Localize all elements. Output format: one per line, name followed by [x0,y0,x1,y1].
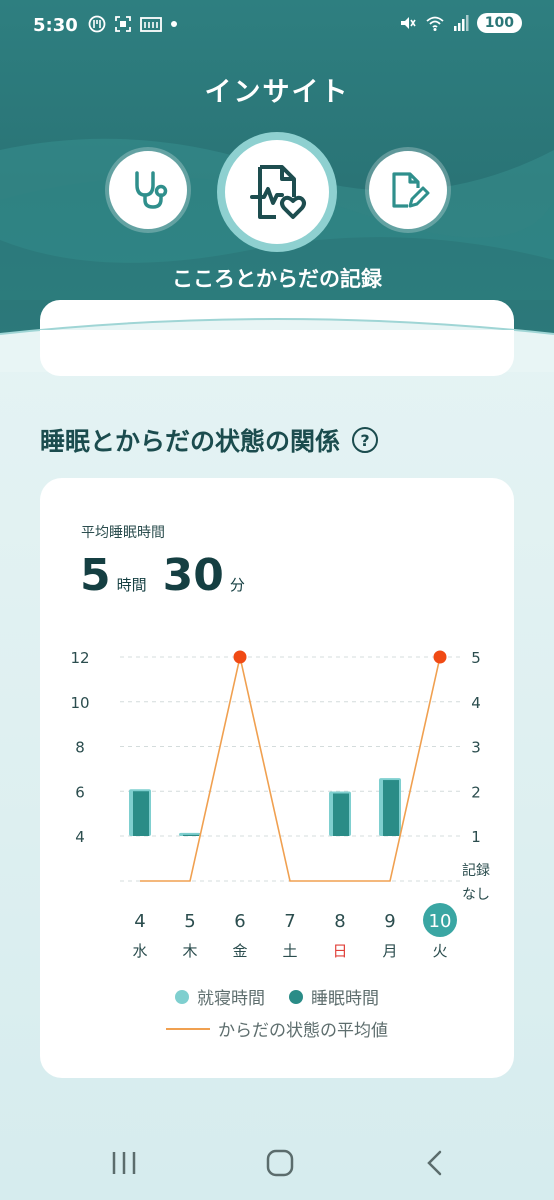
legend-bedtime-label: 就寝時間 [197,989,265,1009]
help-icon[interactable]: ? [352,427,379,453]
day-number-label: 9 [384,911,395,932]
legend-sleep: 睡眠時間 [289,984,379,1009]
left-tick-label: 10 [70,694,89,712]
section-title-text: 睡眠とからだの状態の関係 [40,427,341,456]
sleep-bar [333,793,349,836]
wifi-icon [426,16,444,31]
sleep-body-card: 平均睡眠時間 5 時間 30 分 12 10 8 6 4 5 4 3 2 1 記録 なし 4 水 5 木 6 金 7… [40,478,514,1078]
legend-body-average-swatch [166,1027,210,1030]
legend-body-average-label: からだの状態の平均値 [218,1021,388,1041]
weekday-label: 月 [382,942,397,960]
weekday-label: 金 [232,942,247,960]
sleep-bar [383,780,399,836]
back-icon[interactable] [424,1150,444,1176]
medical-tab-button[interactable] [109,151,187,229]
legend-bedtime: 就寝時間 [175,984,265,1009]
legend-row-2: からだの状態の平均値 [40,1016,514,1041]
body-average-line [140,656,441,882]
scan-icon [115,16,131,32]
calendar-icon [140,17,162,32]
status-bar: 5:30 100 [0,0,554,52]
day-number-label: 6 [234,911,245,932]
sleep-bar [133,791,149,836]
stethoscope-icon [135,171,168,209]
right-tick-label: 3 [471,739,481,757]
battery-icon: 100 [476,13,522,33]
weekday-label: 木 [182,942,197,960]
no-record-label: 記録 [462,862,490,879]
status-time: 5:30 [33,15,78,36]
weekday-label: 水 [132,942,147,960]
right-tick-label: 4 [471,694,481,712]
body-average-point [233,650,247,664]
body-average-point [433,650,447,664]
sleep-bar [183,834,199,836]
battery-level: 100 [484,15,514,31]
legend-sleep-swatch [289,989,303,1004]
legend-sleep-label: 睡眠時間 [311,989,379,1009]
document-edit-icon [392,172,430,208]
right-tick-label: 2 [471,783,481,801]
page-title: インサイト [204,77,350,108]
signal-icon [453,15,469,31]
heart-chart-icon [250,165,306,219]
day-number-label: 7 [284,911,295,932]
day-number-label: 5 [184,911,195,932]
day-number-label: 4 [134,911,145,932]
left-tick-label: 6 [75,783,85,801]
legend-bedtime-swatch [175,989,189,1004]
right-tick-label: 5 [471,649,481,667]
weekday-label: 土 [282,942,297,960]
dot-icon [171,21,177,27]
right-tick-label: 1 [471,828,481,846]
left-tick-label: 8 [75,739,85,757]
mute-icon [400,17,416,29]
day-number-label: 8 [334,911,345,932]
left-tick-label: 4 [75,828,85,846]
help-icon-glyph: ? [360,430,370,450]
journal-tab-button[interactable] [369,151,447,229]
recent-apps-icon[interactable] [110,1150,138,1176]
status-icons-right: 100 [399,13,522,33]
left-tick-label: 12 [70,649,89,667]
day-number-label: 10 [429,911,452,932]
section-label: こころとからだの記録 [172,267,382,291]
section-title: 睡眠とからだの状態の関係 ? [40,422,379,458]
mind-body-tab-button[interactable] [225,140,329,244]
restaurant-icon [88,15,106,33]
home-icon[interactable] [265,1148,295,1178]
no-record-label: なし [462,887,490,903]
legend-body-average: からだの状態の平均値 [166,1016,388,1041]
weekday-label: 火 [432,942,447,960]
previous-card-bottom [40,330,514,376]
legend-row-1: 就寝時間 睡眠時間 [40,984,514,1009]
weekday-label: 日 [332,942,347,960]
status-icons-left [88,15,178,33]
